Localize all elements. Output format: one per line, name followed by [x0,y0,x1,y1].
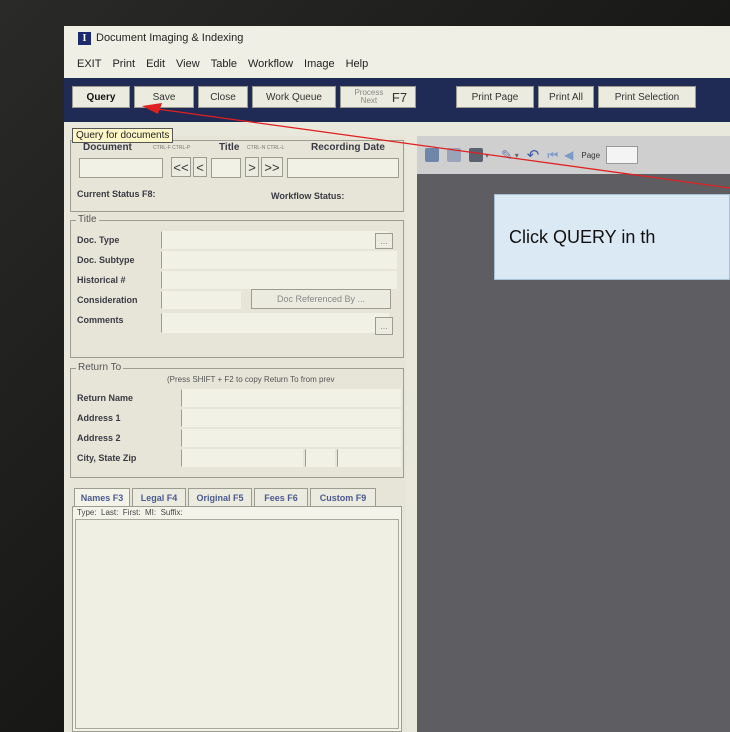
recording-date-label: Recording Date [311,142,385,153]
workflow-status-label: Workflow Status: [271,191,345,201]
main-toolbar: Query Save Close Work Queue Process Next… [64,78,730,122]
doc-type-lookup-button[interactable]: ... [375,233,393,249]
undo-icon[interactable]: ↶ [527,146,540,164]
page-label: Page [581,150,601,160]
menu-help[interactable]: Help [346,58,369,70]
return-to-hint: (Press SHIFT + F2 to copy Return To from… [167,375,335,384]
print-selection-button[interactable]: Print Selection [598,86,696,108]
annotate-dropdown-icon[interactable]: ▾ [515,151,519,160]
printer-icon[interactable] [469,148,483,162]
print-page-button[interactable]: Print Page [456,86,534,108]
tab-legal[interactable]: Legal F4 [132,488,186,506]
tab-original[interactable]: Original F5 [188,488,252,506]
zip-input[interactable] [337,449,401,467]
menu-image[interactable]: Image [304,58,335,70]
city-state-zip-label: City, State Zip [77,453,137,463]
menu-edit[interactable]: Edit [146,58,165,70]
names-tab-panel: Type: Last: First: MI: Suffix: [72,506,402,732]
address2-input[interactable] [181,429,401,447]
menu-workflow[interactable]: Workflow [248,58,293,70]
first-record-button[interactable]: << [171,157,191,177]
current-status-label: Current Status F8: [77,189,156,199]
viewer-toolbar: ▾ ✎ ▾ ↶ ⏮ ◀ Page [417,136,730,174]
close-button[interactable]: Close [198,86,248,108]
previous-record-button[interactable]: < [193,157,207,177]
menu-print[interactable]: Print [112,58,135,70]
title-number-input[interactable] [211,158,241,178]
comments-lookup-button[interactable]: ... [375,317,393,335]
printer-dropdown-icon[interactable]: ▾ [485,151,489,160]
page-number-input[interactable] [606,146,639,164]
historical-number-input[interactable] [161,271,397,289]
instruction-callout: Click QUERY in th [494,194,730,280]
work-queue-button[interactable]: Work Queue [252,86,336,108]
recording-date-input[interactable] [287,158,399,178]
doc-type-input[interactable] [161,231,389,249]
index-panel: Document CTRL-F CTRL-P Title CTRL-N CTRL… [70,136,406,732]
menu-view[interactable]: View [176,58,200,70]
process-next-button[interactable]: Process Next F7 [340,86,416,108]
last-record-button[interactable]: >> [261,157,283,177]
query-tooltip: Query for documents [72,128,174,143]
historical-number-label: Historical # [77,275,126,285]
address1-label: Address 1 [77,413,121,423]
next-record-button[interactable]: > [245,157,259,177]
doc-type-label: Doc. Type [77,235,120,245]
return-to-legend: Return To [76,362,124,373]
comments-label: Comments [77,315,124,325]
return-name-label: Return Name [77,393,134,403]
app-icon: I [78,31,91,45]
shortcut-next-label: CTRL-N CTRL-L [247,145,285,151]
title-bar: I Document Imaging & Indexing [64,26,730,50]
return-to-section: Return To (Press SHIFT + F2 to copy Retu… [70,362,404,478]
previous-page-icon[interactable]: ◀ [564,148,573,162]
document-number-input[interactable] [79,158,163,178]
consideration-input[interactable] [161,291,241,309]
title-label: Title [219,142,240,153]
process-next-label: Process Next [354,88,384,105]
menu-bar: EXIT Print Edit View Table Workflow Imag… [64,50,730,78]
annotate-icon[interactable]: ✎ [501,147,513,164]
document-label: Document [83,142,132,153]
save-image-icon[interactable] [447,148,461,162]
window-title: Document Imaging & Indexing [96,32,244,44]
names-list[interactable] [75,519,399,729]
shortcut-prev-label: CTRL-F CTRL-P [153,145,191,151]
process-next-key: F7 [391,89,408,105]
title-section-legend: Title [76,214,99,225]
thumbnail-icon[interactable] [425,148,439,162]
first-page-icon[interactable]: ⏮ [547,148,558,163]
document-group: Document CTRL-F CTRL-P Title CTRL-N CTRL… [70,140,404,212]
names-column-header: Type: Last: First: MI: Suffix: [77,508,183,517]
doc-subtype-label: Doc. Subtype [77,255,135,265]
state-input[interactable] [305,449,335,467]
doc-referenced-by-button[interactable]: Doc Referenced By ... [251,289,391,309]
query-button[interactable]: Query [72,86,130,108]
address2-label: Address 2 [77,433,121,443]
doc-subtype-input[interactable] [161,251,397,269]
print-all-button[interactable]: Print All [538,86,594,108]
save-button[interactable]: Save [134,86,194,108]
address1-input[interactable] [181,409,401,427]
app-window: I Document Imaging & Indexing EXIT Print… [64,26,730,732]
return-name-input[interactable] [181,389,401,407]
consideration-label: Consideration [77,295,138,305]
tab-fees[interactable]: Fees F6 [254,488,308,506]
comments-input[interactable] [161,313,389,333]
tab-custom[interactable]: Custom F9 [310,488,376,506]
menu-exit[interactable]: EXIT [77,58,101,70]
menu-table[interactable]: Table [211,58,237,70]
title-section: Title Doc. Type ... Doc. Subtype Histori… [70,214,404,358]
city-input[interactable] [181,449,303,467]
tab-names[interactable]: Names F3 [74,488,130,506]
detail-tabs: Names F3 Legal F4 Original F5 Fees F6 Cu… [70,488,404,732]
